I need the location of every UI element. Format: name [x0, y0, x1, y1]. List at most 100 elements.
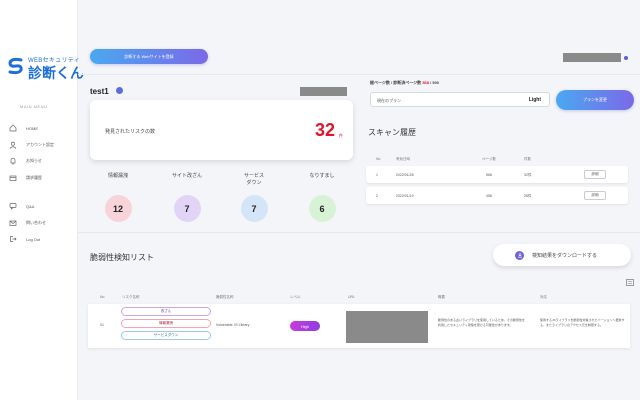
column-header: レベル — [290, 295, 301, 299]
category-count: 7 — [173, 195, 201, 222]
category-spoofing[interactable]: なりすまし 6 — [292, 173, 352, 222]
row-count: 26件 — [524, 194, 532, 198]
sidebar-menu: HOME アカウント設定 お知らせ 請求履歴 Q&A 問い合わせ Log Out — [8, 120, 78, 248]
mail-icon — [8, 218, 18, 228]
sidebar-item-label: Log Out — [26, 236, 41, 242]
sidebar-item-account[interactable]: アカウント設定 — [8, 137, 78, 154]
column-header: No — [100, 295, 105, 299]
bell-icon — [8, 156, 18, 166]
table-row[interactable]: 01 改ざん 情報漏洩 サービスダウン Vulnerable JS Librar… — [88, 304, 630, 348]
sidebar-item-contact[interactable]: 問い合わせ — [8, 215, 78, 232]
row-no: 2 — [376, 194, 378, 198]
column-header: リスク名称 — [122, 295, 140, 299]
sidebar-item-label: 問い合わせ — [26, 219, 46, 225]
column-header: 件数 — [524, 157, 531, 161]
sidebar-item-logout[interactable]: Log Out — [8, 231, 78, 248]
category-label: サービス ダウン — [243, 173, 264, 186]
project-settings-icon[interactable] — [116, 87, 123, 94]
user-menu-icon[interactable] — [624, 56, 628, 60]
redacted-user-name — [563, 53, 621, 62]
column-header: URL — [348, 295, 356, 299]
column-header: No — [376, 157, 381, 161]
sidebar: WEBセキュリティ 診断くん MAIN MENU HOME アカウント設定 お知… — [0, 0, 84, 400]
category-service-down[interactable]: サービス ダウン 7 — [224, 173, 284, 222]
logo-title: 診断くん — [28, 65, 84, 81]
filter-icon[interactable] — [626, 279, 634, 286]
category-label: 情報漏洩 — [107, 173, 128, 179]
category-count: 12 — [104, 195, 132, 222]
redacted-project-url — [300, 87, 347, 96]
row-no: 1 — [376, 173, 378, 177]
header-divider — [78, 74, 640, 75]
chat-icon — [8, 201, 18, 211]
column-header: ページ数 — [482, 157, 496, 161]
receipt-icon — [8, 173, 18, 183]
logout-icon — [8, 234, 18, 244]
register-site-button[interactable]: 診断する Webサイトを登録 — [90, 49, 208, 64]
risk-tag-tampering: 改ざん — [121, 307, 211, 316]
vulnerability-table-header: No リスク名称 脆弱性名称 レベル URL 概要 対応 — [90, 295, 630, 303]
sidebar-item-notice[interactable]: お知らせ — [8, 153, 78, 170]
scan-history-title: スキャン履歴 — [368, 128, 416, 137]
vulnerability-list-title: 脆弱性検知リスト — [90, 253, 154, 262]
redacted-url — [346, 311, 428, 343]
download-results-button[interactable]: 検知結果をダウンロードする — [493, 244, 631, 266]
table-row[interactable]: 2 2022/01/19 458 26件 詳細 — [366, 187, 628, 204]
scan-history-header: No 有効日時 ページ数 件数 — [368, 154, 630, 164]
risk-summary-card: 発見されたリスクの数 32 件 — [90, 100, 353, 160]
category-count: 6 — [308, 195, 336, 222]
vulnerability-summary: 脆弱性のある古いライブラリを使用しているため、その脆弱性を利用したセキュリティ攻… — [438, 318, 525, 327]
plan-value: Light — [528, 97, 541, 103]
detail-button[interactable]: 詳細 — [584, 191, 606, 200]
category-label: サイト改ざん — [171, 173, 202, 179]
table-row[interactable]: 1 2022/01/28 568 32件 詳細 — [366, 166, 628, 183]
home-icon — [8, 123, 18, 133]
risk-tag-info-leak: 情報漏洩 — [121, 319, 211, 328]
sidebar-item-billing[interactable]: 請求履歴 — [8, 170, 78, 187]
risk-count: 32 — [314, 120, 335, 140]
plan-label: 現在のプラン — [377, 98, 401, 103]
row-pages: 458 — [486, 194, 492, 198]
row-count: 32件 — [524, 173, 532, 177]
menu-title: MAIN MENU — [20, 104, 48, 109]
row-date: 2022/01/28 — [396, 173, 414, 177]
level-badge: High — [290, 321, 320, 331]
row-no: 01 — [100, 323, 104, 327]
row-date: 2022/01/19 — [396, 194, 414, 198]
sidebar-item-label: アカウント設定 — [26, 141, 54, 147]
risk-tags: 改ざん 情報漏洩 サービスダウン — [121, 307, 211, 343]
category-count: 7 — [240, 195, 268, 222]
category-tampering[interactable]: サイト改ざん 7 — [157, 173, 217, 222]
project-title: test1 — [90, 87, 109, 96]
sidebar-item-label: Q&A — [26, 203, 35, 209]
detail-button[interactable]: 詳細 — [584, 170, 606, 179]
column-header: 対応 — [540, 295, 547, 299]
pages-used: 568 — [422, 80, 429, 85]
vulnerability-name: Vulnerable JS Library — [216, 323, 250, 327]
sidebar-item-label: お知らせ — [26, 158, 42, 164]
risk-unit: 件 — [339, 133, 343, 138]
current-plan-field: 現在のプラン Light — [370, 92, 550, 107]
vulnerability-action: 使用するJSライブラリを脆弱性対策されたバージョンへ更新する、またライブラリのア… — [540, 318, 625, 327]
logo-mark-icon — [8, 57, 23, 75]
column-header: 脆弱性名称 — [216, 295, 234, 299]
section-divider — [78, 232, 640, 233]
pages-summary: 総ページ数 / 診断済ページ数 568 / 500 — [370, 80, 439, 86]
category-label: なりすまし — [309, 173, 335, 179]
logo[interactable]: WEBセキュリティ 診断くん — [6, 52, 84, 82]
category-info-leak[interactable]: 情報漏洩 12 — [88, 173, 148, 222]
column-header: 概要 — [438, 295, 445, 299]
download-label: 検知結果をダウンロードする — [532, 252, 598, 259]
pages-total: / 500 — [430, 80, 440, 85]
sidebar-item-label: 請求履歴 — [26, 174, 42, 180]
sidebar-item-home[interactable]: HOME — [8, 120, 78, 137]
change-plan-button[interactable]: プランを変更 — [556, 90, 634, 110]
download-icon — [515, 250, 524, 260]
risk-label: 発見されたリスクの数 — [105, 129, 156, 135]
risk-tag-service-down: サービスダウン — [121, 331, 211, 340]
row-pages: 568 — [486, 173, 492, 177]
pages-label: 総ページ数 / 診断済ページ数 — [370, 80, 422, 85]
sidebar-item-qa[interactable]: Q&A — [8, 198, 78, 215]
column-header: 有効日時 — [396, 157, 410, 161]
user-icon — [8, 140, 18, 150]
